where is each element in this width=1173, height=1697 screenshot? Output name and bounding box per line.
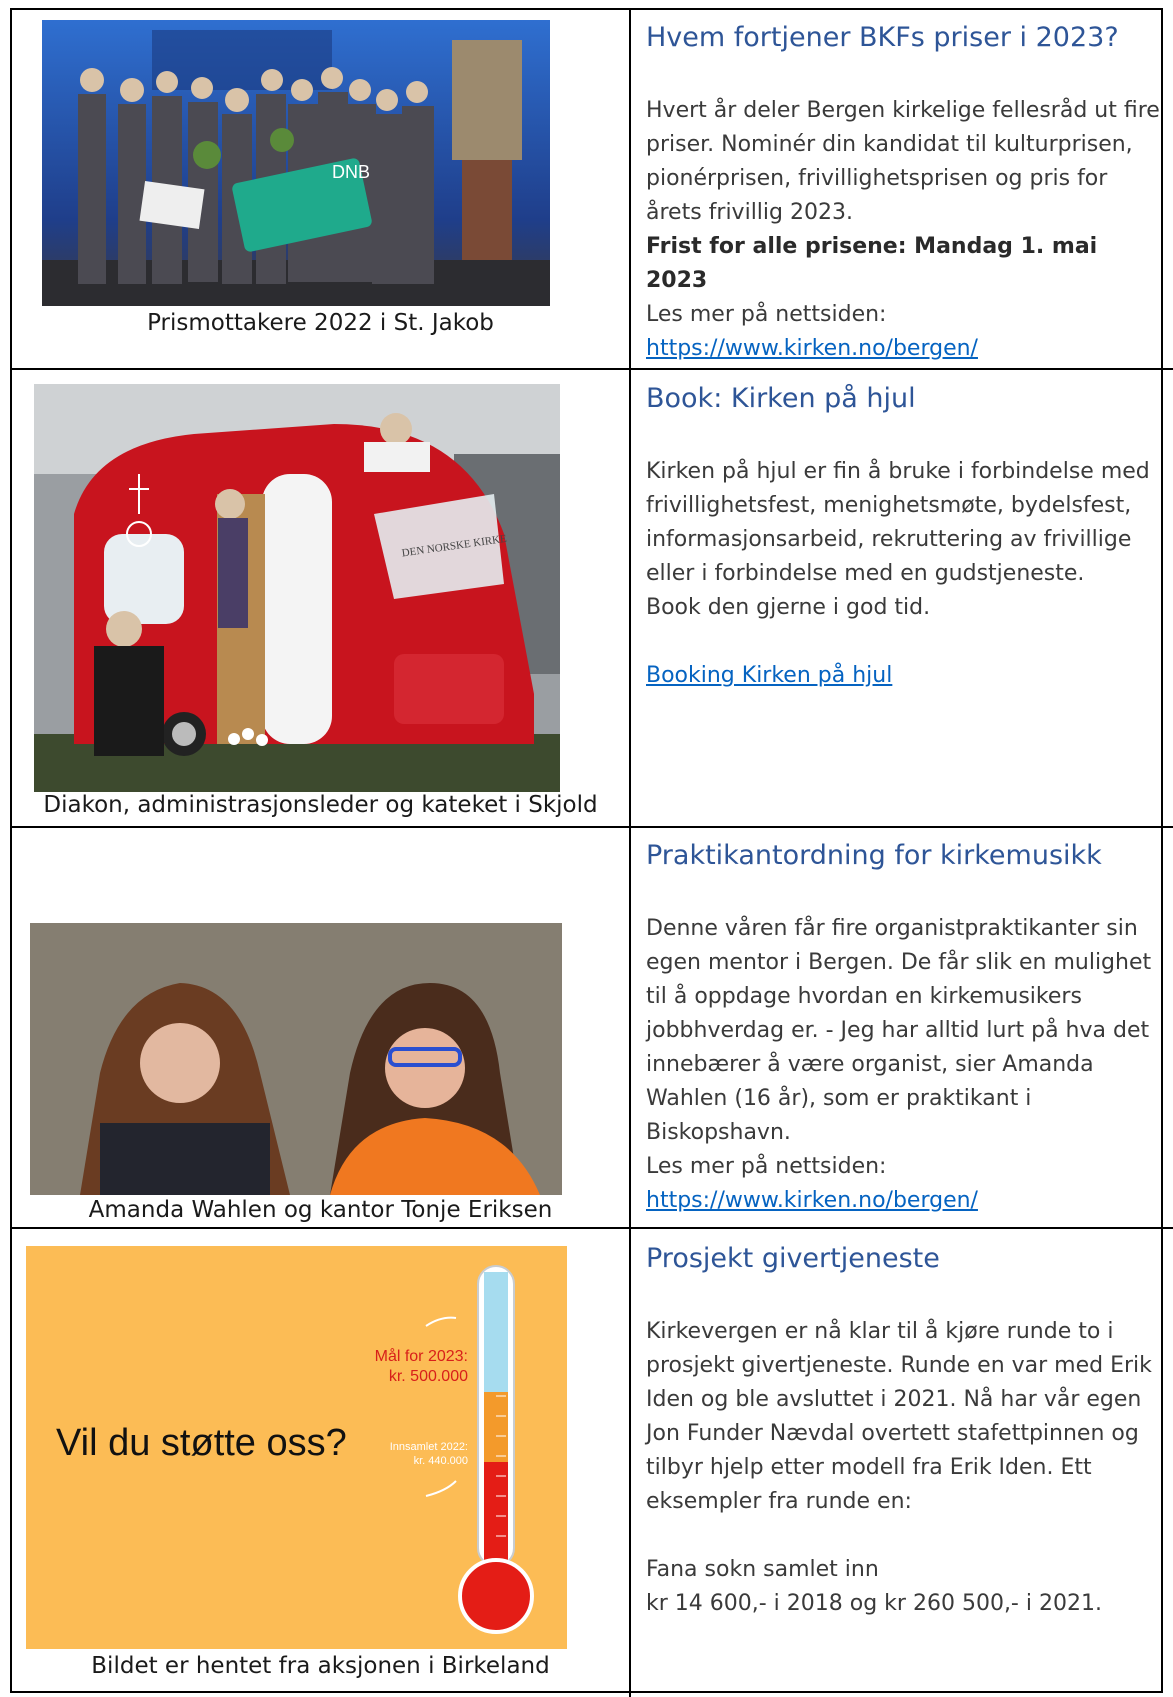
section-paragraph: Hvert år deler Bergen kirkelige fellesrå…	[646, 98, 1160, 225]
booking-link[interactable]: Booking Kirken på hjul	[646, 663, 892, 688]
row1-left-cell: DNB Prismottakere 2022 i St. Jakob	[12, 10, 629, 368]
row3-text-cell: Praktikantordning for kirkemusikk Denne …	[646, 838, 1166, 1218]
photo-caption: Amanda Wahlen og kantor Tonje Eriksen	[88, 1197, 553, 1223]
deadline-line: Frist for alle prisene: Mandag 1. mai 20…	[646, 234, 1098, 293]
website-link[interactable]: https://www.kirken.no/bergen/	[646, 1188, 978, 1213]
section-paragraph: Denne våren får fire organistpraktikante…	[646, 916, 1152, 1145]
row1-text-cell: Hvem fortjener BKFs priser i 2023? Hvert…	[646, 20, 1166, 366]
website-link[interactable]: https://www.kirken.no/bergen/	[646, 336, 978, 361]
section-heading: Prosjekt givertjeneste	[646, 1243, 940, 1274]
section-paragraph-2: Book den gjerne i god tid.	[646, 595, 931, 620]
prize-winners-photo: DNB	[42, 20, 550, 306]
photo-caption: Diakon, administrasjonsleder og kateket …	[43, 792, 598, 818]
photo-caption: Bildet er hentet fra aksjonen i Birkelan…	[91, 1653, 550, 1679]
section-paragraph: Kirken på hjul er fin å bruke i forbinde…	[646, 459, 1150, 586]
section-heading: Praktikantordning for kirkemusikk	[646, 840, 1102, 871]
row4-text-cell: Prosjekt givertjeneste Kirkevergen er nå…	[646, 1241, 1166, 1621]
caravan-photo: DEN NORSKE KIRKE	[34, 384, 560, 792]
section-paragraph: Kirkevergen er nå klar til å kjøre runde…	[646, 1319, 1152, 1514]
section-heading: Hvem fortjener BKFs priser i 2023?	[646, 22, 1119, 53]
readmore-label: Les mer på nettsiden:	[646, 1154, 887, 1179]
row2-text-cell: Book: Kirken på hjul Kirken på hjul er f…	[646, 381, 1166, 693]
row3-left-cell: Amanda Wahlen og kantor Tonje Eriksen	[12, 828, 629, 1227]
section-heading: Book: Kirken på hjul	[646, 383, 916, 414]
section-paragraph-3: kr 14 600,- i 2018 og kr 260 500,- i 202…	[646, 1591, 1102, 1616]
readmore-label: Les mer på nettsiden:	[646, 302, 887, 327]
row2-left-cell: DEN NORSKE KIRKE Diakon, administrasjons…	[12, 370, 629, 826]
column-divider	[629, 8, 631, 1697]
section-paragraph-2: Fana sokn samlet inn	[646, 1557, 879, 1582]
cheque-brand: DNB	[332, 162, 370, 182]
fundraising-poster: Vil du støtte oss? Mål for 2023: kr. 500…	[26, 1246, 567, 1649]
row4-left-cell: Vil du støtte oss? Mål for 2023: kr. 500…	[12, 1229, 629, 1695]
amanda-tonje-photo	[30, 923, 562, 1195]
photo-caption: Prismottakere 2022 i St. Jakob	[147, 310, 494, 336]
